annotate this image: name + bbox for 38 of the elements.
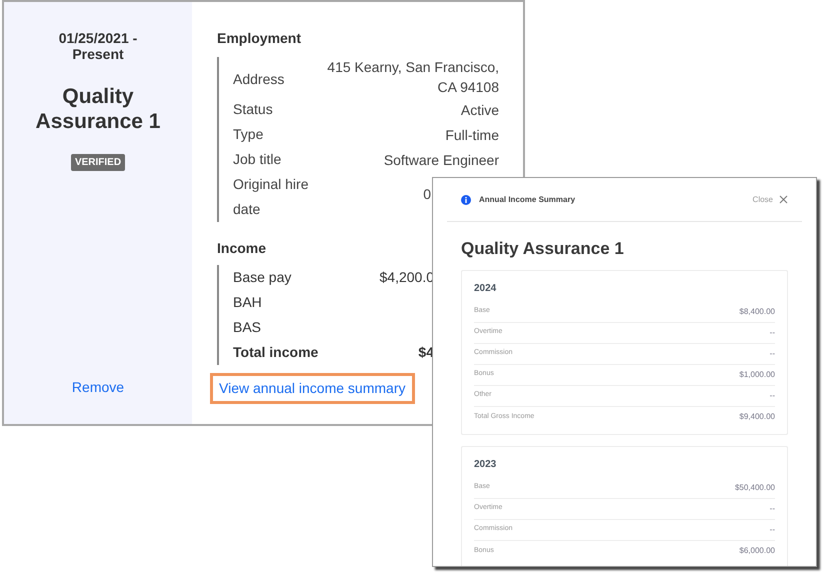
income-label: Base pay bbox=[233, 268, 292, 287]
year-label: 2024 bbox=[474, 282, 498, 296]
field-value: 0 bbox=[423, 185, 431, 204]
info-icon bbox=[461, 194, 471, 204]
field-label: Job title bbox=[233, 150, 282, 169]
amount: $6,000.00 bbox=[739, 545, 775, 557]
dialog-header: Annual Income Summary bbox=[479, 194, 576, 206]
amount: $8,400.00 bbox=[739, 306, 775, 318]
dialog-title: Quality Assurance 1 bbox=[460, 238, 625, 260]
remove-link[interactable]: Remove bbox=[72, 377, 124, 398]
field-label: Type bbox=[233, 125, 264, 144]
field-label: Address bbox=[233, 70, 286, 89]
amount: -- bbox=[770, 326, 775, 338]
income-label: Total income bbox=[233, 343, 318, 362]
amount: -- bbox=[770, 502, 775, 514]
amount: $50,400.00 bbox=[734, 482, 775, 494]
amount: $9,400.00 bbox=[739, 411, 775, 423]
section-heading: Income bbox=[217, 239, 266, 258]
income-label: BAS bbox=[233, 318, 262, 337]
section-heading: Employment bbox=[217, 29, 302, 48]
field-value: 415 Kearny, San Francisco, CA 94108 bbox=[326, 58, 499, 97]
date-range: 01/25/2021 - Present bbox=[58, 30, 138, 62]
amount: -- bbox=[770, 524, 775, 536]
amount: $1,000.00 bbox=[739, 368, 775, 380]
field-value: Active bbox=[460, 101, 499, 120]
income-summary-link[interactable]: View annual income summary bbox=[210, 373, 414, 404]
close-icon bbox=[779, 195, 788, 204]
field-value: Full-time bbox=[445, 126, 499, 145]
field-label: Status bbox=[233, 100, 274, 119]
verified-badge: VERIFIED bbox=[70, 154, 126, 171]
field-value: Software Engineer bbox=[384, 151, 499, 170]
income-label: BAH bbox=[233, 293, 262, 312]
amount: -- bbox=[770, 390, 775, 402]
close-button[interactable]: Close bbox=[752, 194, 788, 206]
field-label: Original hire date bbox=[233, 175, 310, 219]
year-label: 2023 bbox=[474, 458, 498, 472]
job-title: Quality Assurance 1 bbox=[34, 84, 162, 134]
amount: -- bbox=[770, 348, 775, 360]
